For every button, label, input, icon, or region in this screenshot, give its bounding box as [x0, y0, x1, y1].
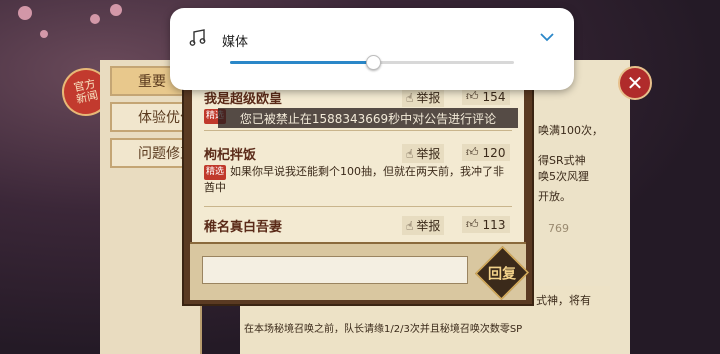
report-button[interactable]: ☝ 举报	[402, 216, 445, 235]
volume-slider[interactable]	[230, 55, 514, 70]
comment-author[interactable]: 稚名真白吾妻	[204, 216, 282, 235]
comment-author[interactable]: 我是超级欧皇	[204, 88, 282, 107]
comment-ban-toast: 您已被禁止在1588343669秒中对公告进行评论	[218, 108, 518, 128]
reply-label: 回复	[487, 265, 517, 283]
content-text: 式神，将有	[536, 294, 591, 307]
reply-bar: 回复	[190, 242, 530, 301]
like-button[interactable]: 👍︎ 154	[462, 88, 510, 105]
hand-icon: ☝	[406, 146, 414, 161]
comment-author[interactable]: 枸杞拌饭	[204, 144, 256, 163]
blossom-decoration	[18, 6, 32, 20]
content-text: 唤5次风狸	[538, 170, 589, 183]
content-text: 唤满100次，	[538, 124, 603, 137]
hand-icon: ☝	[406, 90, 414, 105]
reply-input[interactable]	[202, 256, 468, 284]
divider	[204, 130, 512, 131]
blossom-decoration	[40, 30, 48, 38]
thumbs-up-icon: 👍︎	[466, 217, 479, 231]
like-count: 113	[482, 217, 506, 232]
volume-panel: 媒体	[170, 8, 574, 90]
view-count: 769	[548, 222, 569, 235]
volume-slider-fill	[230, 61, 372, 64]
like-count: 120	[482, 145, 506, 160]
featured-tag: 精选	[204, 164, 227, 180]
like-count: 154	[482, 89, 506, 104]
divider	[204, 206, 512, 207]
report-button[interactable]: ☝ 举报	[402, 144, 445, 163]
tab-label: 重要	[138, 74, 166, 90]
report-label: 举报	[416, 91, 441, 105]
report-button[interactable]: ☝ 举报	[402, 88, 445, 107]
close-icon: ✕	[626, 71, 644, 95]
content-text: 开放。	[538, 190, 571, 203]
report-label: 举报	[416, 219, 441, 233]
blossom-decoration	[90, 14, 100, 24]
hand-icon: ☝	[406, 218, 414, 233]
volume-label: 媒体	[222, 35, 249, 50]
volume-slider-knob[interactable]	[366, 55, 381, 70]
comment-body: 如果你早说我还能剩个100抽，但就在两天前，我冲了非酋中	[204, 165, 505, 194]
blossom-decoration	[110, 4, 122, 16]
chevron-down-icon[interactable]	[540, 32, 554, 42]
like-button[interactable]: 👍︎ 113	[462, 216, 510, 233]
music-note-icon	[189, 29, 206, 46]
badge-line2: 新闻	[75, 88, 100, 107]
thumbs-up-icon: 👍︎	[466, 145, 479, 159]
reply-button[interactable]: 回复	[474, 245, 530, 301]
like-button[interactable]: 👍︎ 120	[462, 144, 510, 161]
report-label: 举报	[416, 147, 441, 161]
comment-list[interactable]: 我是超级欧皇 ☝ 举报 👍︎ 154 精选 枸杞拌饭 ☝ 举报 👍︎ 120 精选 如果你…	[192, 82, 524, 242]
content-text: 在本场秘境召唤之前，队长请缘1/2/3次并且秘境召唤次数零SP	[244, 324, 523, 335]
thumbs-up-icon: 👍︎	[466, 89, 479, 103]
close-button[interactable]: ✕	[618, 66, 652, 100]
content-text: 得SR式神	[538, 154, 586, 167]
